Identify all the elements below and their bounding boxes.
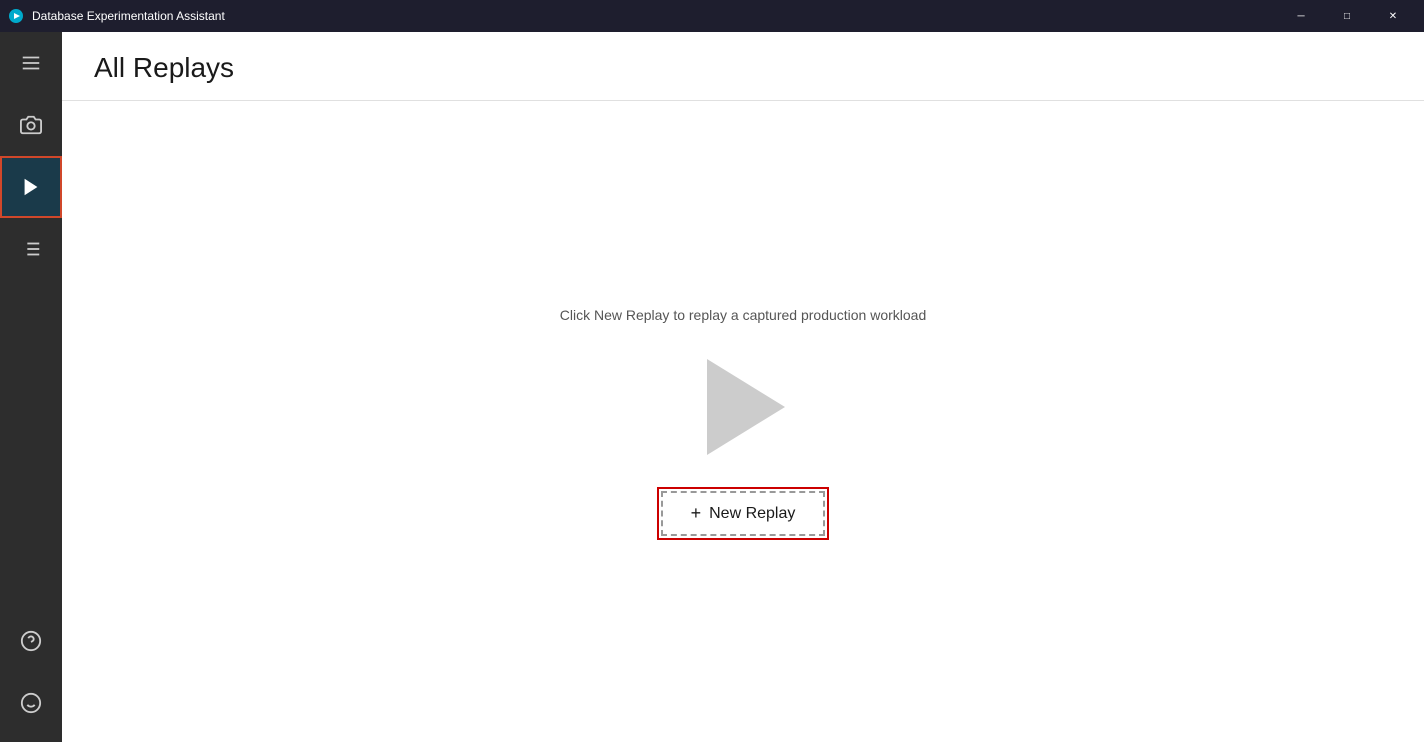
content-area: All Replays Click New Replay to replay a… [62,32,1424,742]
analysis-icon [20,238,42,260]
close-button[interactable]: ✕ [1370,0,1416,32]
play-icon [20,176,42,198]
sidebar-item-help[interactable] [0,610,62,672]
play-icon-large-svg [683,347,803,467]
title-bar-title: Database Experimentation Assistant [32,9,225,23]
feedback-icon [20,692,42,714]
large-play-icon [683,347,803,467]
sidebar [0,32,62,742]
sidebar-item-capture[interactable] [0,94,62,156]
minimize-button[interactable]: ─ [1278,0,1324,32]
new-replay-label: New Replay [709,505,795,523]
sidebar-item-menu[interactable] [0,32,62,94]
sidebar-item-feedback[interactable] [0,672,62,734]
camera-icon [20,114,42,136]
title-bar-controls: ─ □ ✕ [1278,0,1416,32]
maximize-button[interactable]: □ [1324,0,1370,32]
sidebar-bottom [0,610,62,742]
main-layout: All Replays Click New Replay to replay a… [0,32,1424,742]
page-title: All Replays [94,52,1392,84]
page-body: Click New Replay to replay a captured pr… [62,101,1424,742]
menu-icon [20,52,42,74]
app-icon [8,8,24,24]
help-icon [20,630,42,652]
page-header: All Replays [62,32,1424,101]
sidebar-item-replay[interactable] [0,156,62,218]
sidebar-item-analysis[interactable] [0,218,62,280]
new-replay-button[interactable]: + New Replay [661,491,826,536]
plus-icon: + [691,503,702,524]
hint-text: Click New Replay to replay a captured pr… [560,307,927,323]
title-bar: Database Experimentation Assistant ─ □ ✕ [0,0,1424,32]
title-bar-left: Database Experimentation Assistant [8,8,225,24]
